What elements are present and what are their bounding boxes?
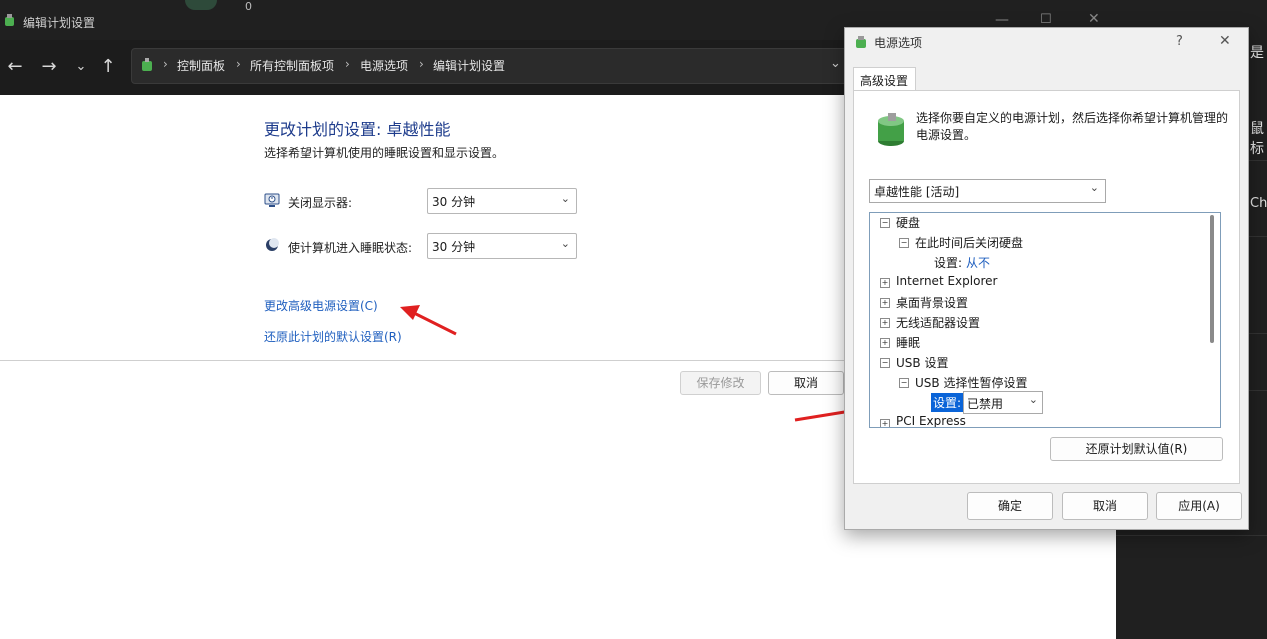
dialog-cancel-button[interactable]: 取消 xyxy=(1062,492,1148,520)
usb-setting-select[interactable]: 已禁用 ⌄ xyxy=(963,391,1043,414)
collapse-icon[interactable]: − xyxy=(899,378,909,388)
tree-item-hdd-off[interactable]: 在此时间后关闭硬盘 xyxy=(915,234,1023,251)
tree-item-wireless[interactable]: 无线适配器设置 xyxy=(896,314,980,331)
expand-icon[interactable]: + xyxy=(880,419,890,427)
settings-tree[interactable]: − 硬盘 − 在此时间后关闭硬盘 设置: 从不 + Internet Explo… xyxy=(869,212,1221,428)
usb-setting-value: 已禁用 xyxy=(967,397,1004,411)
plan-select[interactable]: 卓越性能 [活动] ⌄ xyxy=(869,179,1106,203)
tree-item-ie[interactable]: Internet Explorer xyxy=(896,274,997,288)
restore-plan-defaults-button[interactable]: 还原计划默认值(R) xyxy=(1050,437,1223,461)
dialog-description: 选择你要自定义的电源计划，然后选择你希望计算机管理的电源设置。 xyxy=(916,111,1229,142)
ok-button[interactable]: 确定 xyxy=(967,492,1053,520)
chevron-down-icon: ⌄ xyxy=(1028,393,1038,406)
hdd-setting-value[interactable]: 从不 xyxy=(966,254,990,271)
tree-scrollbar[interactable] xyxy=(1210,215,1214,343)
plan-select-value: 卓越性能 [活动] xyxy=(874,185,960,199)
expand-icon[interactable]: + xyxy=(880,318,890,328)
tree-item-desktop-bg[interactable]: 桌面背景设置 xyxy=(896,294,968,311)
tree-item-hdd[interactable]: 硬盘 xyxy=(896,214,920,231)
apply-button[interactable]: 应用(A) xyxy=(1156,492,1242,520)
battery-icon xyxy=(875,113,907,147)
tree-item-pci[interactable]: PCI Express xyxy=(896,414,966,427)
annotation-arrow xyxy=(411,310,457,336)
expand-icon[interactable]: + xyxy=(880,298,890,308)
expand-icon[interactable]: + xyxy=(880,278,890,288)
collapse-icon[interactable]: − xyxy=(899,238,909,248)
setting-label: 设置: xyxy=(934,256,963,270)
collapse-icon[interactable]: − xyxy=(880,358,890,368)
expand-icon[interactable]: + xyxy=(880,338,890,348)
power-options-dialog: 电源选项 ? ✕ 高级设置 选择你要自定义的电源计划，然后选择你希望计算机管理的… xyxy=(844,27,1249,530)
close-button[interactable]: ✕ xyxy=(1219,33,1231,49)
tree-item-usb[interactable]: USB 设置 xyxy=(896,354,948,371)
tab-label: 高级设置 xyxy=(860,74,909,88)
tab-advanced-settings[interactable]: 高级设置 xyxy=(853,67,916,92)
setting-label-selected: 设置: xyxy=(931,393,964,412)
chevron-down-icon: ⌄ xyxy=(1089,181,1099,194)
annotation-arrowhead xyxy=(400,305,420,320)
help-button[interactable]: ? xyxy=(1176,34,1183,49)
tree-item-usb-suspend[interactable]: USB 选择性暂停设置 xyxy=(915,374,1027,391)
tree-item-sleep[interactable]: 睡眠 xyxy=(896,334,920,351)
dialog-title: 电源选项 xyxy=(874,36,923,50)
collapse-icon[interactable]: − xyxy=(880,218,890,228)
power-options-icon xyxy=(854,35,868,49)
